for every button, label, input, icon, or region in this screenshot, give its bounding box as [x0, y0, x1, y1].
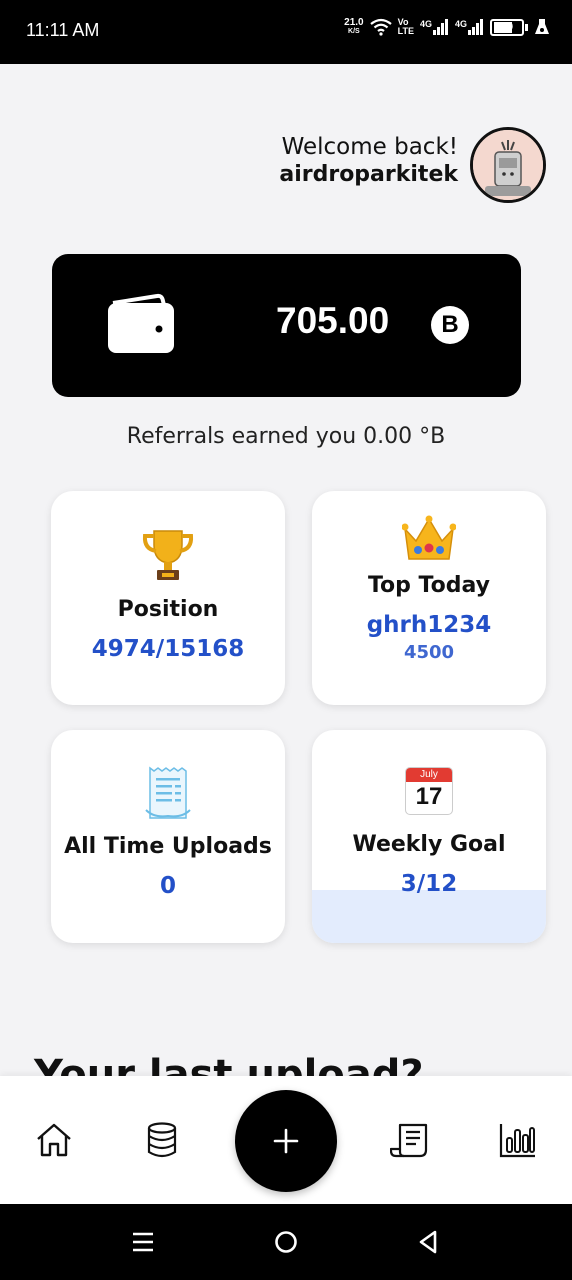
position-card[interactable]: Position 4974/15168 — [51, 491, 285, 705]
volte-indicator: Vo LTE — [397, 17, 414, 36]
uploads-value: 0 — [159, 873, 176, 899]
calendar-icon: July 17 — [405, 767, 453, 815]
signal-sim2: 4G — [455, 19, 484, 35]
menu-icon — [133, 1232, 153, 1252]
recents-button[interactable] — [127, 1226, 159, 1258]
status-time: 11:11 AM — [26, 20, 100, 40]
home-button[interactable] — [270, 1226, 302, 1258]
trophy-icon — [142, 530, 194, 580]
back-button[interactable] — [412, 1226, 444, 1258]
status-bar: 11:11 AM 21.0 K/S Vo LTE 4G 4G 60 — [0, 0, 572, 64]
system-nav-bar — [0, 1204, 572, 1280]
top-today-user: ghrh1234 — [366, 612, 492, 638]
avatar[interactable] — [470, 127, 546, 203]
top-today-card[interactable]: Top Today ghrh1234 4500 — [312, 491, 546, 705]
weekly-goal-card[interactable]: July 17 Weekly Goal 3/12 — [312, 730, 546, 943]
top-today-title: Top Today — [367, 573, 491, 598]
weekly-goal-title: Weekly Goal — [352, 832, 506, 857]
bottom-nav — [0, 1076, 572, 1204]
home-icon — [37, 1123, 71, 1157]
signal-sim1: 4G — [420, 19, 449, 35]
status-icons: 21.0 K/S Vo LTE 4G 4G 60 — [344, 18, 550, 36]
chart-icon — [499, 1124, 535, 1158]
receipt-nav-icon — [390, 1123, 428, 1158]
signal-icon — [468, 19, 483, 35]
user-avatar-icon — [473, 130, 543, 200]
battery-icon: 60 — [490, 18, 528, 36]
crown-icon — [402, 515, 456, 560]
referrals-text: Referrals earned you 0.00 °B — [126, 424, 446, 449]
saver-icon — [535, 19, 549, 34]
add-icon — [273, 1128, 299, 1154]
position-value: 4974/15168 — [91, 636, 245, 662]
nav-stats[interactable] — [498, 1120, 538, 1160]
welcome-greeting: Welcome back! — [281, 134, 458, 160]
uploads-card[interactable]: All Time Uploads 0 — [51, 730, 285, 943]
nav-database[interactable] — [142, 1120, 182, 1160]
balance-amount: 705.00 — [276, 300, 390, 341]
network-speed: 21.0 K/S — [344, 17, 364, 36]
receipt-icon — [145, 766, 191, 819]
add-button[interactable] — [235, 1090, 337, 1192]
coin-icon: B — [431, 306, 469, 344]
database-icon — [147, 1122, 177, 1158]
position-title: Position — [117, 597, 219, 622]
wallet-icon — [108, 293, 174, 353]
username: airdroparkitek — [279, 162, 458, 187]
nav-home[interactable] — [34, 1120, 74, 1160]
weekly-goal-value: 3/12 — [400, 871, 458, 897]
weekly-goal-progress — [312, 890, 546, 943]
balance-card[interactable]: 705.00 B — [52, 254, 521, 397]
back-icon — [419, 1230, 437, 1254]
uploads-title: All Time Uploads — [64, 834, 272, 859]
top-today-score: 4500 — [403, 642, 455, 663]
welcome-block: Welcome back! airdroparkitek — [279, 134, 458, 187]
signal-icon — [432, 19, 448, 35]
nav-receipts[interactable] — [390, 1120, 430, 1160]
wifi-icon — [369, 18, 392, 36]
circle-icon — [275, 1231, 297, 1253]
